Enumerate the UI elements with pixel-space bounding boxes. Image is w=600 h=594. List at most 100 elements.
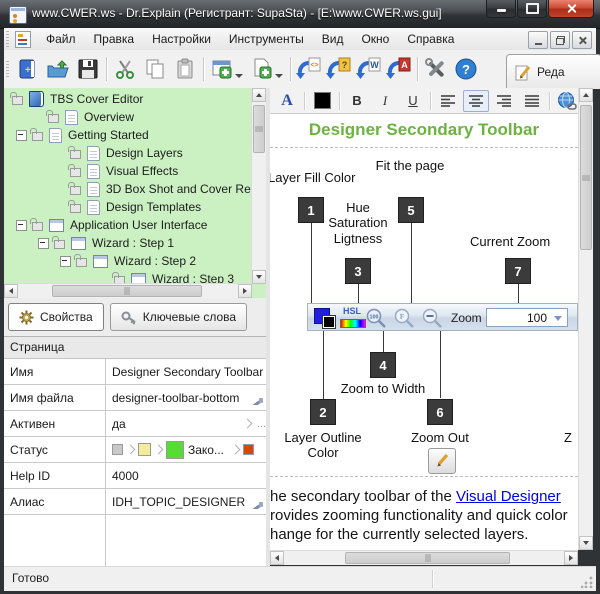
tab-keywords[interactable]: Ключевые слова [110,303,247,331]
collapse-expander-icon[interactable] [16,220,27,231]
property-value-filename[interactable]: designer-toolbar-bottom [106,391,266,405]
property-value-name[interactable]: Designer Secondary Toolbar [106,365,266,379]
property-value-alias[interactable]: IDH_TOPIC_DESIGNER [106,495,266,509]
scroll-up-button[interactable] [252,88,266,102]
property-value-active[interactable]: да ... [106,417,266,431]
menu-settings[interactable]: Настройки [143,29,220,49]
tree-item-wizard-step-1[interactable]: Wizard : Step 1 [4,234,252,252]
underline-button[interactable]: U [400,90,426,112]
scroll-right-button[interactable] [564,551,578,565]
menu-help[interactable]: Справка [398,29,463,49]
copy-button[interactable] [140,54,170,84]
page-icon [65,110,78,125]
document-horizontal-scrollbar[interactable] [270,550,578,565]
property-value-status[interactable]: Зако... [106,441,266,459]
status-swatch-green[interactable] [166,441,184,459]
window-topic-icon [71,237,86,250]
more-options[interactable]: ... [257,418,266,430]
menu-edit[interactable]: Правка [85,29,144,49]
tree-item-design-templates[interactable]: Design Templates [4,198,252,216]
add-page-button[interactable] [247,54,277,84]
collapse-expander-icon[interactable] [16,130,27,141]
annotation-pencil-button[interactable] [428,448,456,474]
tree-horizontal-scrollbar[interactable] [4,283,252,298]
menu-file[interactable]: Файл [37,29,85,49]
align-center-button[interactable] [463,90,489,112]
tree-item-wizard-step-2[interactable]: Wizard : Step 2 [4,252,252,270]
scroll-down-icon [583,541,589,545]
property-value-helpid[interactable]: 4000 [106,469,266,483]
hyperlink-button[interactable] [554,90,580,112]
tree-scroll-thumb[interactable] [253,105,265,153]
menu-view[interactable]: Вид [313,29,353,49]
export-chm-button[interactable]: ? [324,54,354,84]
italic-button[interactable]: I [372,90,398,112]
tree-item-design-layers[interactable]: Design Layers [4,144,252,162]
open-project-button[interactable] [43,54,73,84]
tab-editor[interactable]: Реда [506,54,600,89]
help-icon: ? [454,57,478,81]
scroll-left-button[interactable] [4,284,18,298]
scroll-up-button[interactable] [579,88,593,102]
scroll-right-button[interactable] [238,284,252,298]
mdi-restore-button[interactable] [550,31,570,49]
toolbar-gripper-2[interactable] [6,61,9,77]
add-topic-button[interactable] [207,54,237,84]
document-editor[interactable]: Designer Secondary Toolbar Layer Fill Co… [270,114,578,550]
tree-item-overview[interactable]: Overview [4,108,252,126]
mdi-close-button[interactable] [572,31,592,49]
visual-designer-link[interactable]: Visual Designer [456,488,561,505]
tree-item-wizard-step-3[interactable]: Wizard : Step 3 [4,270,252,284]
export-word-button[interactable]: W [354,54,384,84]
tab-properties[interactable]: Свойства [8,303,104,331]
status-swatch-yellow[interactable] [138,443,151,456]
cut-button[interactable] [110,54,140,84]
collapse-expander-icon[interactable] [38,238,49,249]
export-pdf-button[interactable]: A [384,54,414,84]
add-topic-dropdown-caret[interactable] [235,74,243,78]
edit-tool-icon[interactable] [250,500,264,509]
align-left-button[interactable] [435,90,461,112]
bold-button[interactable]: B [344,90,370,112]
text-color-button[interactable] [309,90,335,112]
close-button[interactable] [548,0,594,18]
export-html-button[interactable]: <> [294,54,324,84]
edit-tool-icon[interactable] [250,396,264,405]
justify-button[interactable] [519,90,545,112]
property-row-alias: Алиас IDH_TOPIC_DESIGNER [4,489,266,515]
help-button[interactable]: ? [451,54,481,84]
paste-button[interactable] [170,54,200,84]
align-right-button[interactable] [491,90,517,112]
tree-hscroll-thumb[interactable] [52,285,202,297]
tree-item-visual-effects[interactable]: Visual Effects [4,162,252,180]
add-page-dropdown-caret[interactable] [275,74,283,78]
scroll-down-button[interactable] [579,536,593,550]
scroll-down-button[interactable] [252,270,266,284]
tree-item-getting-started[interactable]: Getting Started [4,126,252,144]
save-button[interactable] [73,54,103,84]
maximize-button[interactable] [517,0,547,18]
mdi-minimize-button[interactable] [528,31,548,49]
document-vertical-scrollbar[interactable] [578,88,593,550]
menu-tools[interactable]: Инструменты [220,29,313,49]
tree-item-tbs-cover-editor[interactable]: TBS Cover Editor [4,90,252,108]
scroll-left-button[interactable] [270,551,284,565]
new-project-button[interactable]: + [13,54,43,84]
tree-vertical-scrollbar[interactable] [251,88,266,284]
status-swatch-red[interactable] [243,444,254,455]
minimize-button[interactable] [486,0,516,18]
property-row-filename: Имя файла designer-toolbar-bottom [4,385,266,411]
document-menu-icon[interactable] [15,31,31,48]
save-icon [76,57,100,81]
toolbar-gripper[interactable] [6,31,9,47]
tree-item-3d-box-shot[interactable]: 3D Box Shot and Cover Rend [4,180,252,198]
tree-item-application-user-interface[interactable]: Application User Interface [4,216,252,234]
document-scroll-thumb[interactable] [580,105,592,250]
font-button[interactable]: A [274,90,300,112]
document-hscroll-thumb[interactable] [345,552,510,564]
resize-grip[interactable] [581,576,593,588]
status-swatch-gray[interactable] [112,444,123,455]
menu-window[interactable]: Окно [352,29,398,49]
collapse-expander-icon[interactable] [60,256,71,267]
settings-button[interactable] [421,54,451,84]
